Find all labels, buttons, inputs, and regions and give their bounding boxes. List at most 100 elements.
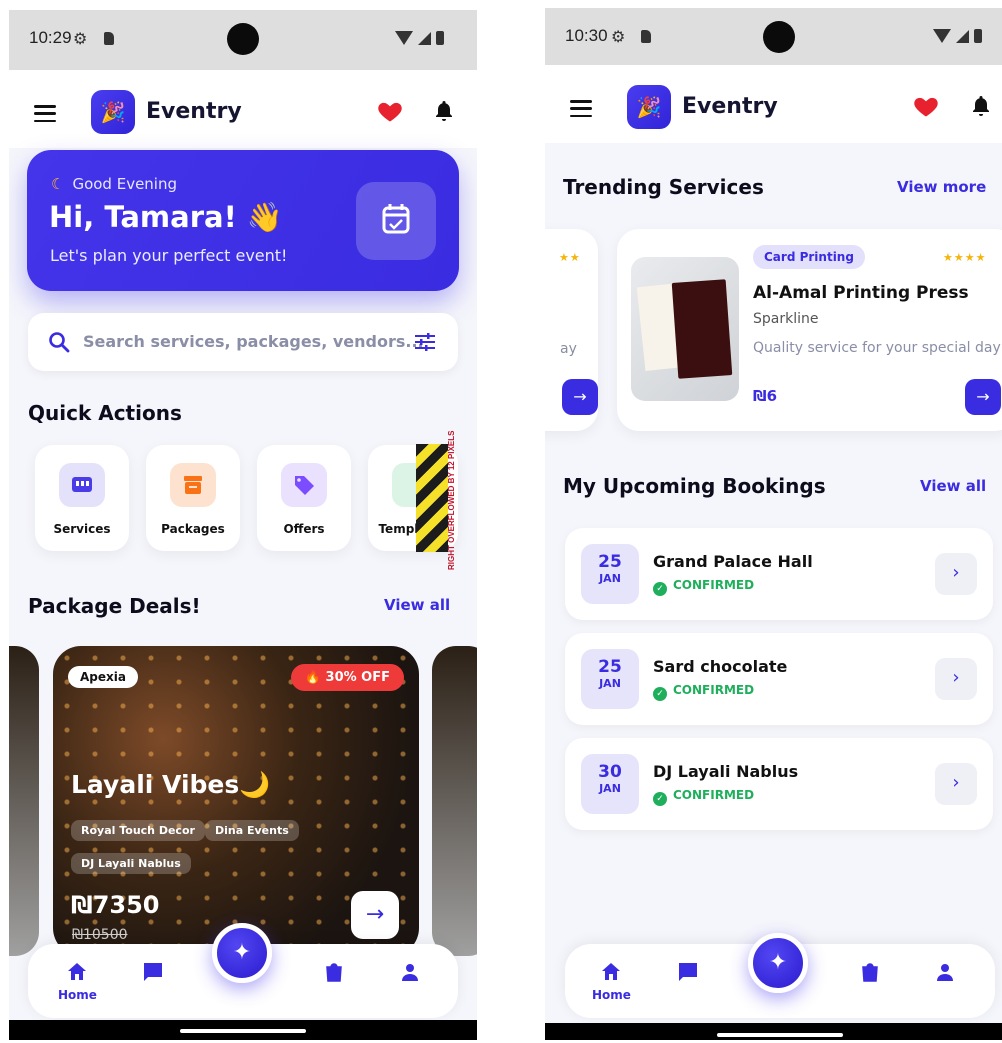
quick-action-packages[interactable]: Packages — [146, 445, 240, 551]
chevron-right-icon[interactable]: › — [935, 763, 977, 805]
filter-tune-icon[interactable] — [414, 332, 436, 352]
home-icon[interactable] — [599, 960, 623, 984]
home-icon[interactable] — [65, 960, 89, 984]
calendar-button[interactable] — [356, 182, 436, 260]
package-deal-card[interactable]: Apexia 🔥 30% OFF Layali Vibes🌙 Royal Tou… — [53, 646, 419, 956]
booking-day: 25 — [598, 552, 622, 572]
quick-action-offers[interactable]: Offers — [257, 445, 351, 551]
shopping-bag-icon[interactable] — [322, 960, 346, 984]
overflow-warning-text: RIGHT OVERFLOWED BY 12 PIXELS — [447, 430, 456, 570]
notification-bell-icon[interactable] — [969, 93, 993, 119]
chevron-right-icon[interactable]: › — [935, 553, 977, 595]
wifi-icon — [395, 31, 413, 45]
service-description: Quality service for your special day — [753, 340, 1001, 356]
menu-icon[interactable] — [34, 105, 56, 122]
brand-title: Eventry — [146, 99, 242, 124]
greeting-subtitle: ☾ Good Evening — [51, 175, 178, 193]
category-pill: Card Printing — [753, 245, 865, 269]
quick-action-label: Packages — [161, 522, 225, 536]
booking-status: ✓ CONFIRMED — [653, 578, 754, 596]
battery-icon — [974, 29, 982, 43]
menu-icon[interactable] — [570, 100, 592, 117]
system-home-bar — [9, 1020, 477, 1040]
trending-view-more-link[interactable]: View more — [897, 178, 986, 196]
brand-title: Eventry — [682, 94, 778, 119]
invitation-card-image — [631, 257, 739, 401]
booking-date: 25 JAN — [581, 544, 639, 604]
status-right-icons — [395, 31, 444, 45]
booking-month: JAN — [599, 677, 621, 690]
deal-tag: Dina Events — [205, 820, 299, 841]
nav-home-label[interactable]: Home — [58, 988, 97, 1002]
wifi-icon — [933, 29, 951, 43]
next-deal-card[interactable] — [432, 646, 477, 956]
profile-icon[interactable] — [933, 960, 957, 984]
nav-home-label[interactable]: Home — [592, 988, 631, 1002]
home-indicator[interactable] — [180, 1029, 306, 1033]
sd-card-icon — [104, 32, 114, 45]
booking-month: JAN — [599, 572, 621, 585]
sd-card-icon — [641, 30, 651, 43]
chevron-right-icon[interactable]: › — [935, 658, 977, 700]
sparkle-ai-icon[interactable]: ✦ — [748, 933, 808, 993]
arrow-right-icon[interactable]: → — [965, 379, 1001, 415]
app-bar: 🎉 Eventry — [545, 65, 1002, 143]
booking-date: 25 JAN — [581, 649, 639, 709]
prev-service-card[interactable]: ★★ ay → — [545, 229, 598, 431]
arrow-right-icon[interactable]: → — [351, 891, 399, 939]
quick-action-label: Services — [53, 522, 111, 536]
status-time: 10:29 — [29, 28, 72, 47]
check-circle-icon: ✓ — [653, 582, 667, 596]
shopping-bag-icon[interactable] — [858, 960, 882, 984]
rating-stars: ★★★★ — [943, 251, 987, 264]
greeting-tagline: Let's plan your perfect event! — [50, 246, 288, 265]
settings-status-icon: ⚙ — [611, 27, 626, 46]
service-vendor: Sparkline — [753, 311, 819, 327]
booking-date: 30 JAN — [581, 754, 639, 814]
booking-item[interactable]: 25 JAN Grand Palace Hall ✓ CONFIRMED › — [565, 528, 993, 620]
service-name: Al-Amal Printing Press — [753, 283, 969, 303]
search-bar[interactable]: Search services, packages, vendors... — [28, 313, 458, 371]
home-indicator[interactable] — [717, 1033, 843, 1037]
discount-badge: 🔥 30% OFF — [290, 664, 404, 691]
booking-name: Grand Palace Hall — [653, 552, 813, 571]
search-input[interactable]: Search services, packages, vendors... — [83, 332, 424, 351]
profile-icon[interactable] — [398, 960, 422, 984]
camera-cutout — [227, 23, 259, 55]
storefront-icon — [59, 463, 105, 507]
prev-deal-card[interactable] — [9, 646, 39, 956]
greeting-card: ☾ Good Evening Hi, Tamara! 👋 Let's plan y… — [27, 150, 459, 291]
calendar-check-icon — [382, 204, 410, 234]
booking-item[interactable]: 25 JAN Sard chocolate ✓ CONFIRMED › — [565, 633, 993, 725]
package-deals-title: Package Deals! — [28, 594, 201, 618]
quick-action-services[interactable]: Services — [35, 445, 129, 551]
quick-actions-title: Quick Actions — [28, 401, 182, 425]
signal-icon — [956, 29, 969, 43]
trending-services-title: Trending Services — [563, 175, 764, 199]
deal-vendor-badge: Apexia — [68, 666, 138, 688]
deal-tag: DJ Layali Nablus — [71, 853, 191, 874]
status-right-icons — [933, 29, 982, 43]
status-time: 10:30 — [565, 26, 608, 45]
booking-item[interactable]: 30 JAN DJ Layali Nablus ✓ CONFIRMED › — [565, 738, 993, 830]
bookings-view-all-link[interactable]: View all — [920, 477, 986, 495]
search-icon — [49, 332, 70, 353]
greeting-hello: Hi, Tamara! 👋 — [49, 200, 284, 234]
partial-description: ay — [560, 341, 577, 357]
sparkle-ai-icon[interactable]: ✦ — [212, 923, 272, 983]
deal-price: ₪7350 — [71, 891, 160, 919]
phone-screen-home: 10:29 ⚙ 🎉 Eventry ☾ Good Evening Hi, Tama… — [9, 10, 477, 1040]
phone-screen-bookings: 10:30 ⚙ 🎉 Eventry Trending Services View… — [545, 8, 1002, 1040]
system-home-bar — [545, 1023, 1002, 1040]
chat-icon[interactable] — [676, 960, 700, 984]
service-card[interactable]: Card Printing ★★★★ Al-Amal Printing Pres… — [617, 229, 1002, 431]
overflow-warning-stripes — [416, 444, 448, 552]
arrow-right-icon[interactable]: → — [562, 379, 598, 415]
deal-title: Layali Vibes🌙 — [71, 770, 271, 799]
party-popper-logo-icon: 🎉 — [91, 90, 135, 134]
package-deals-view-all-link[interactable]: View all — [384, 596, 450, 614]
chat-icon[interactable] — [141, 960, 165, 984]
notification-bell-icon[interactable] — [432, 98, 456, 124]
favorites-heart-icon[interactable] — [376, 97, 404, 125]
favorites-heart-icon[interactable] — [912, 92, 940, 120]
